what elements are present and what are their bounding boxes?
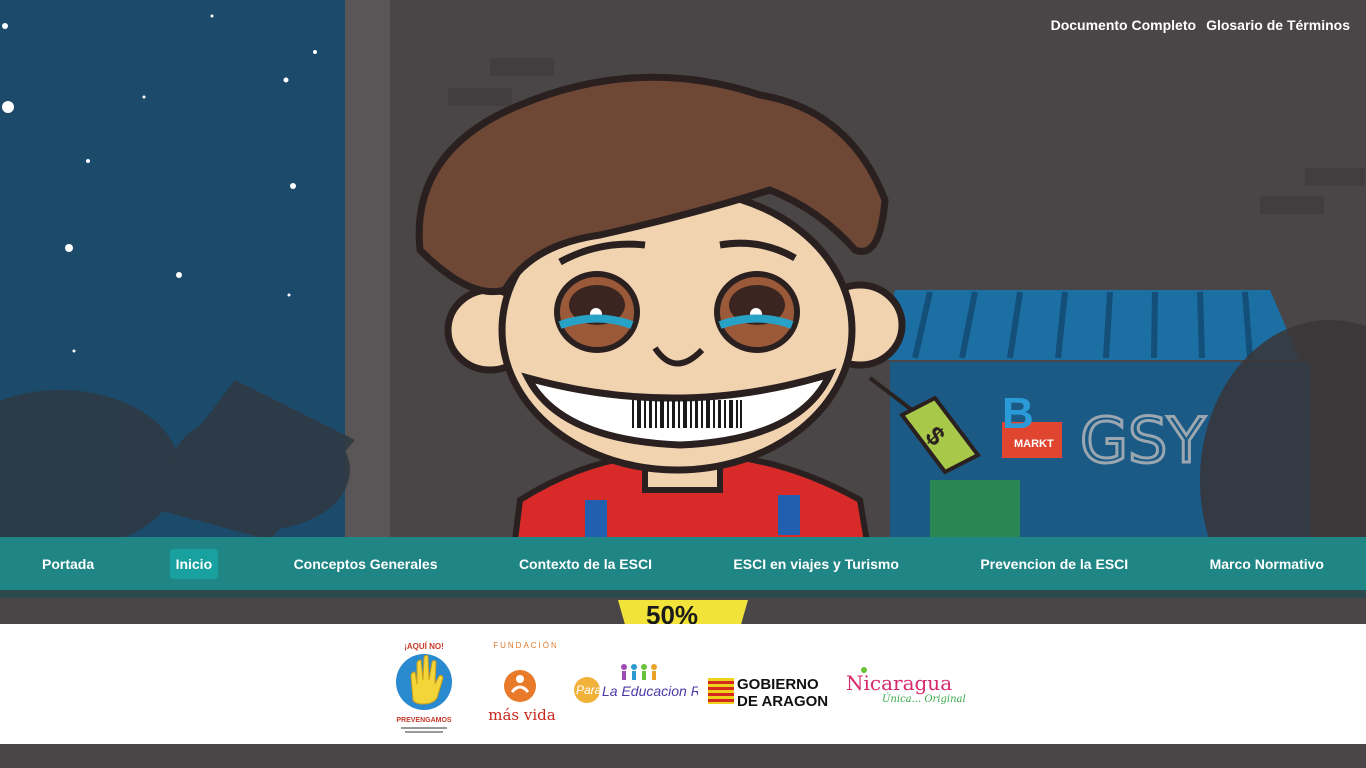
nav-item-prevencion-esci[interactable]: Prevencion de la ESCI	[974, 549, 1134, 579]
top-links: Documento Completo Glosario de Términos	[1051, 17, 1350, 33]
nav-item-portada[interactable]: Portada	[36, 549, 100, 579]
children-icon	[621, 664, 657, 680]
aragon-line2: DE ARAGON	[737, 693, 828, 710]
logo-fundacion-mas-vida: FUNDACIÓN más vida	[486, 634, 557, 738]
logo-gobierno-aragon: GOBIERNO DE ARAGON	[708, 674, 834, 710]
nav-item-conceptos-generales[interactable]: Conceptos Generales	[288, 549, 444, 579]
nicaragua-text: Nicaragua	[846, 671, 952, 695]
logo-para-la-educacion: Para La Educacion R.L.	[574, 662, 716, 710]
masvida-top: FUNDACIÓN	[493, 641, 556, 650]
nav-item-marco-normativo[interactable]: Marco Normativo	[1204, 549, 1330, 579]
link-documento-completo[interactable]: Documento Completo	[1051, 17, 1196, 33]
sponsor-logos: ¡AQUÍ NO! PREVENGAMOS FUNDACIÓN más vida	[0, 624, 1366, 744]
link-glosario-terminos[interactable]: Glosario de Términos	[1206, 17, 1350, 33]
prevengamos-bottom: PREVENGAMOS	[396, 717, 452, 724]
main-navigation: Portada Inicio Conceptos Generales Conte…	[0, 537, 1366, 590]
logo-prevengamos: ¡AQUÍ NO! PREVENGAMOS	[393, 640, 455, 736]
store-sign-sub: MARKT	[1014, 438, 1054, 450]
nav-shadow	[0, 590, 1366, 598]
logo-nicaragua: Nicaragua Única... Original	[844, 664, 968, 708]
store-sign: B	[1002, 389, 1034, 438]
masvida-bottom: más vida	[488, 706, 556, 724]
para-text: La Educacion R.L.	[602, 683, 698, 699]
prevengamos-top: ¡AQUÍ NO!	[404, 642, 444, 651]
nav-item-esci-viajes-turismo[interactable]: ESCI en viajes y Turismo	[727, 549, 904, 579]
aragon-line1: GOBIERNO	[737, 676, 819, 693]
nav-item-inicio[interactable]: Inicio	[169, 548, 219, 579]
nicaragua-tagline: Única... Original	[882, 693, 966, 705]
graffiti-text: GSY	[1080, 404, 1205, 477]
para-prefix: Para	[576, 683, 602, 697]
nav-item-contexto-esci[interactable]: Contexto de la ESCI	[513, 549, 658, 579]
